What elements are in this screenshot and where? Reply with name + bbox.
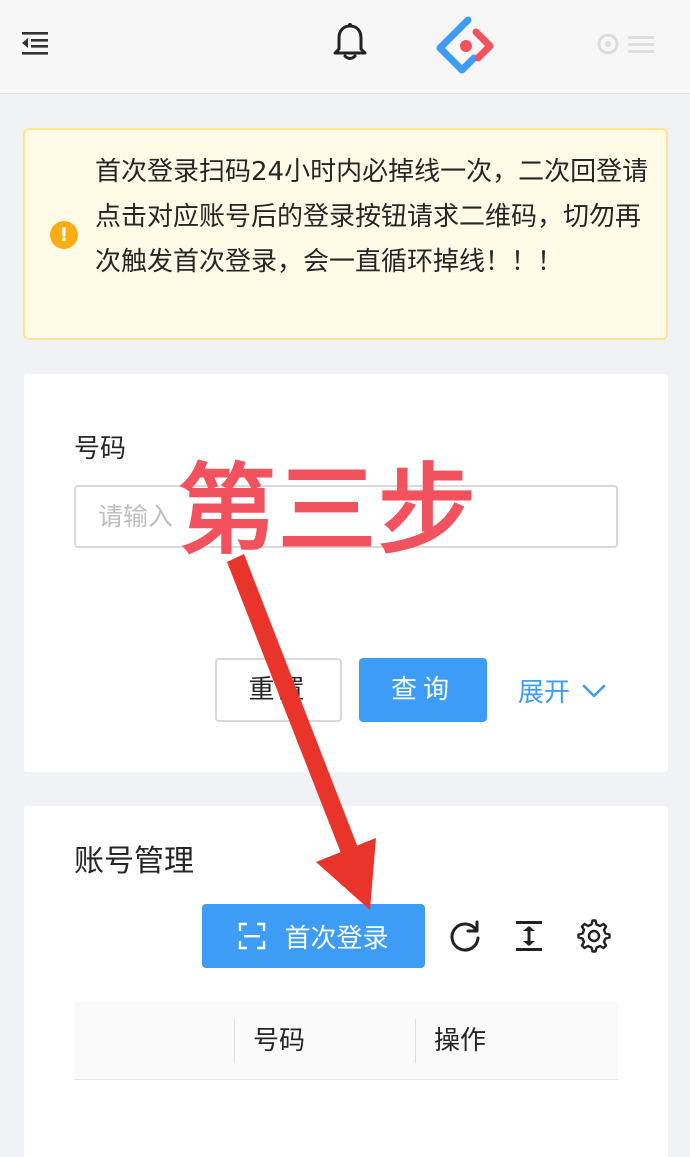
screen: ! 首次登录扫码24小时内必掉线一次，二次回登请点击对应账号后的登录按钮请求二维… <box>0 0 690 1157</box>
annotation-arrow-icon <box>227 554 376 910</box>
